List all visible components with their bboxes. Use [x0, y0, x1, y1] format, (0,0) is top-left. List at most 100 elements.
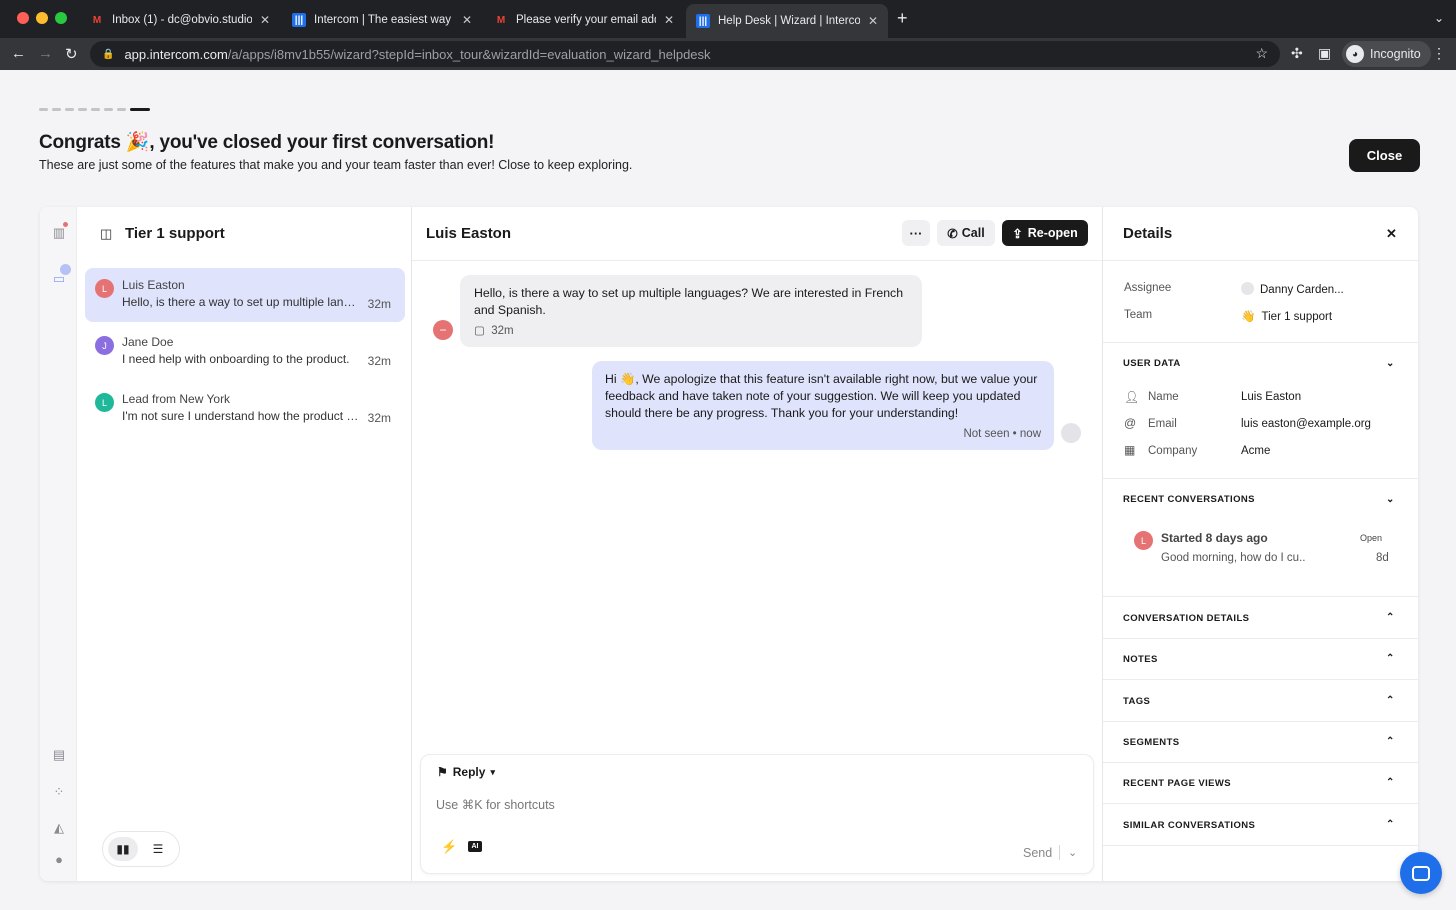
recent-conversation-title[interactable]: Started 8 days ago — [1161, 531, 1268, 545]
building-icon: ▦ — [1124, 443, 1136, 457]
contact-name: Jane Doe — [122, 335, 174, 349]
split-view-icon[interactable]: ▮▮ — [108, 837, 138, 861]
gmail-icon: M — [92, 14, 102, 26]
tab-close-icon[interactable]: ✕ — [260, 13, 270, 27]
reports-icon[interactable]: ▤ — [51, 747, 67, 763]
team-value[interactable]: 👋 Tier 1 support — [1241, 309, 1332, 323]
intercom-icon: ||| — [696, 14, 710, 28]
contact-avatar: L — [95, 279, 114, 298]
extensions-puzzle-icon[interactable]: ✣ — [1291, 45, 1303, 62]
incoming-message-text: Hello, is there a way to set up multiple… — [474, 286, 904, 317]
progress-step — [52, 108, 61, 111]
outgoing-message-status: Not seen • now — [963, 428, 1041, 440]
conversation-details-section-header[interactable]: CONVERSATION DETAILS — [1123, 613, 1249, 624]
chevron-down-icon[interactable]: ⌄ — [1386, 358, 1394, 369]
back-arrow-icon[interactable]: ← — [11, 45, 26, 62]
list-view-icon[interactable]: ☰ — [143, 837, 173, 861]
chevron-down-icon[interactable]: ⌄ — [1386, 494, 1394, 505]
window-minimize-control[interactable] — [36, 12, 48, 24]
notes-section-header[interactable]: NOTES — [1123, 654, 1158, 665]
conversation-list-item[interactable]: L Lead from New York I'm not sure I unde… — [85, 382, 405, 436]
reply-composer[interactable]: ⚑ Reply ▾ Use ⌘K for shortcuts ⚡ AI Send… — [420, 754, 1094, 874]
url-field[interactable]: 🔒 app.intercom.com/a/apps/i8mv1b55/wizar… — [90, 41, 1280, 67]
similar-conversations-section-header[interactable]: SIMILAR CONVERSATIONS — [1123, 820, 1255, 831]
browser-tab-verify-email[interactable]: M Please verify your email addres ✕ — [484, 6, 684, 34]
segments-section-header[interactable]: SEGMENTS — [1123, 737, 1180, 748]
recent-conversations-section-header[interactable]: RECENT CONVERSATIONS — [1123, 494, 1255, 505]
page-subtitle: These are just some of the features that… — [39, 158, 633, 172]
composer-input[interactable]: Use ⌘K for shortcuts — [436, 797, 555, 812]
user-avatar-icon[interactable]: ● — [51, 852, 67, 868]
messenger-launcher-button[interactable] — [1400, 852, 1442, 894]
recent-conversation-preview: Good morning, how do I cu.. — [1161, 552, 1306, 564]
contact-name: Luis Easton — [122, 278, 185, 292]
user-data-value[interactable]: Luis Easton — [1241, 391, 1301, 403]
phone-icon: ✆ — [947, 226, 958, 241]
progress-step — [91, 108, 100, 111]
forward-arrow-icon[interactable]: → — [38, 45, 53, 62]
outgoing-message-text: Hi 👋, We apologize that this feature isn… — [605, 372, 1038, 420]
browser-menu-kebab-icon[interactable]: ⋮ — [1432, 45, 1446, 62]
divider — [1103, 342, 1418, 343]
panel-toggle-icon[interactable]: ◫ — [100, 226, 112, 242]
tab-close-icon[interactable]: ✕ — [664, 13, 674, 27]
reload-icon[interactable]: ↻ — [65, 45, 78, 63]
user-data-section-header[interactable]: USER DATA — [1123, 358, 1181, 369]
left-nav-rail: ▥ ▭ ▤ ⁘ ◭ ● — [40, 207, 77, 881]
chevron-up-icon[interactable]: ⌃ — [1386, 653, 1394, 664]
browser-tab-gmail-inbox[interactable]: M Inbox (1) - dc@obvio.studio - G ✕ — [80, 6, 280, 34]
channel-chat-icon: ▢ — [474, 325, 485, 337]
chevron-up-icon[interactable]: ⌃ — [1386, 612, 1394, 623]
intercom-logo-icon[interactable]: ▥ — [51, 225, 67, 241]
person-icon: 👤︎ — [1124, 390, 1140, 404]
chevron-up-icon[interactable]: ⌃ — [1386, 736, 1394, 747]
academy-cap-icon[interactable]: ◭ — [51, 820, 67, 836]
tab-close-icon[interactable]: ✕ — [462, 13, 472, 27]
reopen-button[interactable]: ⇪ Re-open — [1002, 220, 1088, 246]
incoming-message: Hello, is there a way to set up multiple… — [460, 275, 922, 347]
at-icon: @ — [1124, 416, 1137, 430]
user-data-value[interactable]: Acme — [1241, 445, 1270, 457]
macro-lightning-icon[interactable]: ⚡ — [441, 839, 457, 855]
chevron-up-icon[interactable]: ⌃ — [1386, 819, 1394, 830]
reply-mode-dropdown[interactable]: ⚑ Reply ▾ — [437, 765, 495, 779]
conversation-list-item[interactable]: J Jane Doe I need help with onboarding t… — [85, 325, 405, 379]
divider — [1103, 721, 1418, 722]
window-maximize-control[interactable] — [55, 12, 67, 24]
incognito-profile-button[interactable]: ◕ Incognito — [1342, 41, 1431, 67]
progress-step-current — [130, 108, 150, 111]
user-data-label: Name — [1148, 391, 1179, 403]
recent-page-views-section-header[interactable]: RECENT PAGE VIEWS — [1123, 778, 1231, 789]
call-button[interactable]: ✆ Call — [937, 220, 995, 246]
divider — [1103, 845, 1418, 846]
tab-close-icon[interactable]: ✕ — [868, 14, 878, 28]
apps-grid-icon[interactable]: ⁘ — [51, 784, 67, 800]
window-close-control[interactable] — [17, 12, 29, 24]
assignee-value[interactable]: Danny Carden... — [1241, 282, 1344, 296]
reply-flag-icon: ⚑ — [437, 765, 448, 779]
conversation-list-item[interactable]: L Luis Easton Hello, is there a way to s… — [85, 268, 405, 322]
close-wizard-button[interactable]: Close — [1349, 139, 1420, 172]
tab-list-chevron-icon[interactable]: ⌄ — [1434, 11, 1444, 25]
teammate-avatar — [1061, 423, 1081, 443]
browser-tab-intercom[interactable]: ||| Intercom | The easiest way to s ✕ — [282, 6, 482, 34]
side-panel-icon[interactable]: ▣ — [1318, 45, 1331, 62]
message-preview: Hello, is there a way to set up multiple… — [122, 295, 362, 309]
more-options-button[interactable]: ··· — [902, 220, 930, 246]
divider — [1103, 638, 1418, 639]
send-options-chevron-icon[interactable]: ⌄ — [1068, 846, 1077, 859]
close-details-icon[interactable]: ✕ — [1386, 226, 1397, 242]
send-button[interactable]: Send — [1023, 846, 1052, 860]
bookmark-star-icon[interactable]: ☆ — [1255, 45, 1268, 62]
chevron-up-icon[interactable]: ⌃ — [1386, 777, 1394, 788]
assignee-name: Danny Carden... — [1260, 284, 1344, 296]
page-title: Congrats 🎉, you've closed your first con… — [39, 132, 495, 153]
divider — [1103, 596, 1418, 597]
user-data-value[interactable]: luis easton@example.org — [1241, 418, 1371, 430]
chevron-up-icon[interactable]: ⌃ — [1386, 695, 1394, 706]
browser-tab-help-desk[interactable]: ||| Help Desk | Wizard | Intercom ✕ — [686, 4, 888, 38]
tags-section-header[interactable]: TAGS — [1123, 696, 1150, 707]
ai-icon[interactable]: AI — [468, 841, 482, 852]
new-tab-plus-icon[interactable]: + — [897, 8, 908, 29]
team-label: Team — [1124, 309, 1153, 321]
